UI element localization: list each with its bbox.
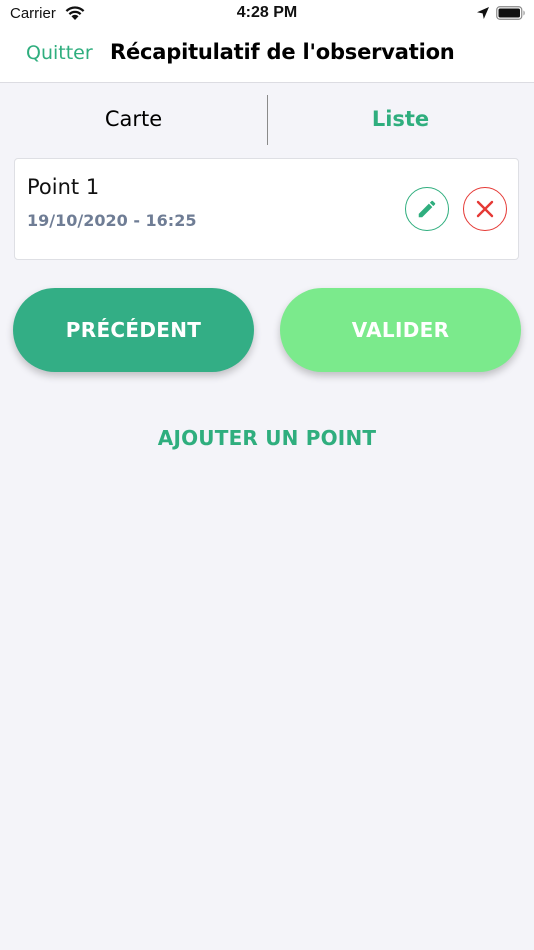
pencil-icon [418,200,436,218]
page-title: Récapitulatif de l'observation [110,40,455,64]
add-point-button[interactable]: AJOUTER UN POINT [0,426,534,450]
location-icon [477,7,489,19]
point-date: 19/10/2020 - 16:25 [27,211,197,230]
close-icon [476,200,494,218]
status-bar: Carrier 4:28 PM [0,0,534,28]
tab-liste[interactable]: Liste [267,83,534,153]
view-tabs: Carte Liste [0,83,534,153]
status-time: 4:28 PM [236,4,298,21]
navigation-header: Quitter Récapitulatif de l'observation [0,28,534,83]
point-name: Point 1 [27,175,100,199]
tab-carte[interactable]: Carte [0,83,267,153]
point-card[interactable]: Point 1 19/10/2020 - 16:25 [14,158,519,260]
battery-icon [496,6,525,20]
previous-button[interactable]: PRÉCÉDENT [13,288,254,372]
edit-point-button[interactable] [405,187,449,231]
quit-button[interactable]: Quitter [26,42,93,64]
delete-point-button[interactable] [463,187,507,231]
validate-button[interactable]: VALIDER [280,288,521,372]
